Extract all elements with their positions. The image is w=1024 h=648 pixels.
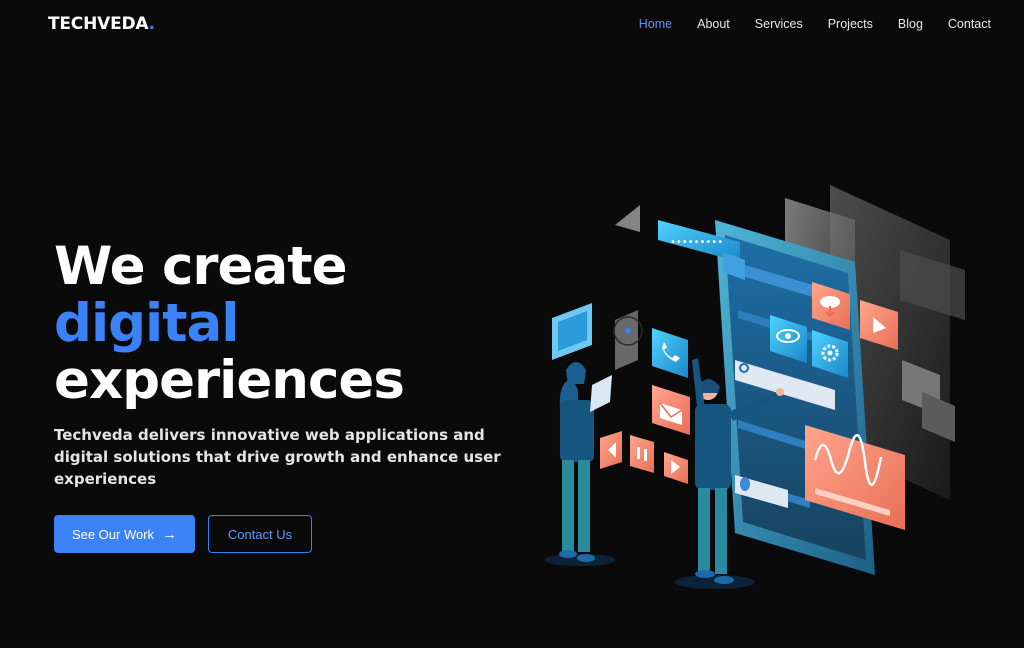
- nav-link-home[interactable]: Home: [639, 17, 672, 31]
- brand-logo[interactable]: TECHVEDA.: [48, 14, 155, 34]
- hero-subtitle: Techveda delivers innovative web applica…: [54, 426, 501, 488]
- nav-link-blog[interactable]: Blog: [898, 17, 923, 31]
- mail-icon: [652, 385, 690, 435]
- headline-line-1: We create: [54, 236, 348, 297]
- monitor-screen-icon: [552, 303, 592, 360]
- brand-name: TECHVEDA: [48, 14, 149, 34]
- hero-illustration: •••••••••: [545, 185, 965, 589]
- see-our-work-label: See Our Work: [71, 526, 155, 542]
- contact-us-label: Contact Us: [227, 526, 293, 542]
- contact-us-button[interactable]: Contact Us: [208, 515, 312, 553]
- nav-link-projects[interactable]: Projects: [828, 17, 873, 31]
- nav-link-services[interactable]: Services: [755, 17, 803, 31]
- arrow-right-icon: →: [162, 525, 178, 543]
- headline-accent-word: digital: [54, 293, 239, 354]
- see-our-work-button[interactable]: See Our Work →: [54, 515, 195, 553]
- rewind-icon: [600, 431, 622, 469]
- fast-forward-icon: [664, 452, 688, 484]
- navbar: TECHVEDA. Home About Services Projects B…: [0, 0, 1024, 50]
- brand-dot: .: [148, 14, 155, 34]
- phone-call-icon: [652, 328, 688, 378]
- svg-text:•••••••••: •••••••••: [670, 237, 723, 248]
- pause-icon: [630, 435, 654, 473]
- nav-links: Home About Services Projects Blog Contac…: [614, 17, 991, 31]
- hero-headline: We create digital experiences: [54, 238, 524, 409]
- nav-link-about[interactable]: About: [697, 17, 730, 31]
- headline-line-3: experiences: [54, 350, 405, 411]
- headline-line-2: digital: [54, 295, 524, 352]
- nav-link-contact[interactable]: Contact: [948, 17, 991, 31]
